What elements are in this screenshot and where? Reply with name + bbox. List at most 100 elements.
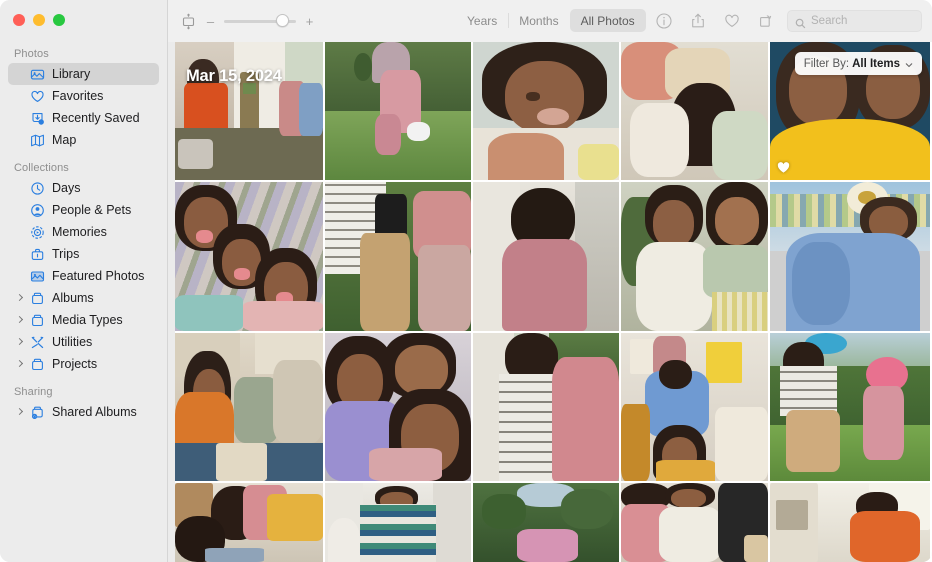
filter-by-value: All Items <box>852 57 900 70</box>
photo-thumbnail[interactable] <box>621 42 768 180</box>
photo-artwork <box>473 333 619 481</box>
sidebar-item-projects[interactable]: Projects <box>8 353 159 375</box>
search-input[interactable]: Search <box>811 15 847 27</box>
sidebar-item-featured-photos[interactable]: Featured Photos <box>8 265 159 287</box>
sidebar-item-label: Favorites <box>52 88 104 103</box>
sidebar-item-trips[interactable]: Trips <box>8 243 159 265</box>
photo-thumbnail[interactable] <box>325 333 471 481</box>
photo-thumbnail[interactable] <box>621 483 768 562</box>
favorite-heart-icon[interactable] <box>723 12 741 30</box>
library-icon <box>30 67 45 82</box>
photo-thumbnail[interactable] <box>175 483 323 562</box>
minimize-window-button[interactable] <box>33 14 45 26</box>
photo-artwork <box>473 182 619 331</box>
clock-icon <box>30 181 45 196</box>
sidebar-item-label: Recently Saved <box>52 110 140 125</box>
photo-thumbnail[interactable] <box>175 182 323 331</box>
zoom-out-button[interactable]: – <box>206 15 215 28</box>
tab-months[interactable]: Months <box>508 9 569 32</box>
sidebar-item-people-pets[interactable]: People & Pets <box>8 199 159 221</box>
sidebar-item-days[interactable]: Days <box>8 177 159 199</box>
disclosure-triangle-icon[interactable] <box>16 316 25 325</box>
photo-artwork <box>325 333 471 481</box>
thumbnail-size-slider[interactable] <box>224 14 296 28</box>
photo-thumbnail[interactable] <box>325 42 471 180</box>
photo-date-overlay: Mar 15, 2024 <box>186 67 282 85</box>
sidebar-item-shared-albums[interactable]: Shared Albums <box>8 401 159 423</box>
sidebar-item-utilities[interactable]: Utilities <box>8 331 159 353</box>
maximize-window-button[interactable] <box>53 14 65 26</box>
disclosure-triangle-icon[interactable] <box>16 408 25 417</box>
heart-filled-icon <box>777 161 790 174</box>
photo-grid-row <box>175 483 932 562</box>
photo-artwork <box>770 333 930 481</box>
search-field[interactable]: Search <box>787 10 922 32</box>
sidebar-section-header: Sharing <box>14 386 53 398</box>
sidebar-item-label: Trips <box>52 246 80 261</box>
sidebar-item-media-types[interactable]: Media Types <box>8 309 159 331</box>
tab-all-photos[interactable]: All Photos <box>569 9 646 32</box>
zoom-in-button[interactable]: + <box>305 15 314 28</box>
filter-by-label: Filter By: <box>803 57 850 70</box>
sidebar-item-label: Shared Albums <box>52 404 137 419</box>
toolbar: – + Years Months All Photos Search <box>168 0 932 42</box>
toolbar-actions <box>655 0 775 42</box>
photo-artwork <box>175 333 323 481</box>
disclosure-triangle-icon[interactable] <box>16 294 25 303</box>
sidebar-item-label: Utilities <box>52 334 93 349</box>
photo-thumbnail[interactable] <box>473 42 619 180</box>
thumbnail-size-icon[interactable] <box>180 13 197 30</box>
sidebar-item-albums[interactable]: Albums <box>8 287 159 309</box>
sidebar-item-recently-saved[interactable]: Recently Saved <box>8 107 159 129</box>
share-icon[interactable] <box>689 12 707 30</box>
photo-artwork <box>621 42 768 180</box>
photo-thumbnail[interactable] <box>473 182 619 331</box>
sidebar-item-label: Days <box>52 180 81 195</box>
photo-artwork <box>770 182 930 331</box>
photo-thumbnail[interactable] <box>621 333 768 481</box>
close-window-button[interactable] <box>13 14 25 26</box>
photos-window: Photos Library Favorites Recently Saved Map C… <box>0 0 932 562</box>
tab-years[interactable]: Years <box>456 9 508 32</box>
photo-thumbnail[interactable] <box>770 333 930 481</box>
sidebar-item-library[interactable]: Library <box>8 63 159 85</box>
photo-thumbnail[interactable] <box>175 333 323 481</box>
suitcase-icon <box>30 247 45 262</box>
photo-artwork <box>473 42 619 180</box>
sidebar-section-header: Photos <box>14 48 49 60</box>
photo-artwork <box>621 182 768 331</box>
photo-thumbnail[interactable] <box>770 483 930 562</box>
photo-artwork <box>325 182 471 331</box>
rotate-icon[interactable] <box>757 12 775 30</box>
sidebar-item-label: Albums <box>52 290 94 305</box>
photo-artwork <box>473 483 619 562</box>
photo-thumbnail[interactable]: Mar 15, 2024 <box>175 42 323 180</box>
disclosure-triangle-icon[interactable] <box>16 338 25 347</box>
photo-artwork <box>175 182 323 331</box>
info-icon[interactable] <box>655 12 673 30</box>
sidebar-item-map[interactable]: Map <box>8 129 159 151</box>
photo-thumbnail[interactable] <box>473 483 619 562</box>
photo-thumbnail[interactable] <box>325 182 471 331</box>
traffic-lights <box>13 14 65 26</box>
filter-by-dropdown[interactable]: Filter By: All Items <box>794 52 922 75</box>
disclosure-triangle-icon[interactable] <box>16 360 25 369</box>
sidebar-section-gap <box>0 375 167 382</box>
sidebar-item-label: Media Types <box>52 312 123 327</box>
sidebar-item-favorites[interactable]: Favorites <box>8 85 159 107</box>
sidebar-item-label: Featured Photos <box>52 268 145 283</box>
slider-knob[interactable] <box>276 14 289 27</box>
photo-thumbnail[interactable] <box>473 333 619 481</box>
photo-thumbnail[interactable] <box>621 182 768 331</box>
photo-thumbnail[interactable] <box>325 483 471 562</box>
sidebar-item-label: Projects <box>52 356 98 371</box>
map-icon <box>30 133 45 148</box>
photo-icon <box>30 269 45 284</box>
photo-thumbnail[interactable] <box>770 182 930 331</box>
sidebar-item-memories[interactable]: Memories <box>8 221 159 243</box>
